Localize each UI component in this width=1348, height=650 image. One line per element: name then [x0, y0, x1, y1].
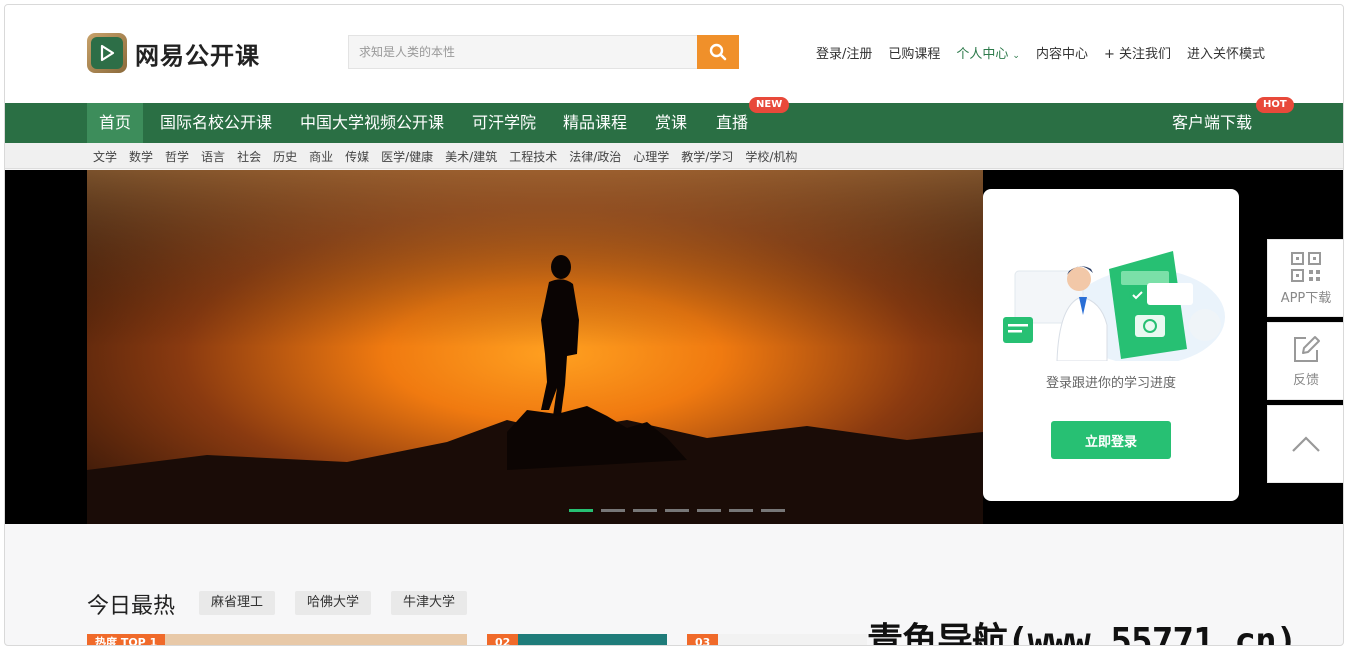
category-link[interactable]: 数学 [129, 148, 153, 165]
nav-shangke[interactable]: 赏课 [643, 103, 699, 143]
carousel-dot[interactable] [761, 509, 785, 512]
category-link[interactable]: 美术/建筑 [445, 148, 497, 165]
logo-text: 网易公开课 [135, 41, 260, 70]
tag-oxford[interactable]: 牛津大学 [391, 591, 468, 615]
app-download-button[interactable]: APP下载 [1267, 239, 1343, 317]
qr-code-icon [1291, 251, 1321, 282]
category-link[interactable]: 哲学 [165, 148, 189, 165]
chevron-up-icon [1292, 436, 1320, 452]
search-button[interactable] [697, 35, 739, 69]
category-nav: 文学 数学 哲学 语言 社会 历史 商业 传媒 医学/健康 美术/建筑 工程技术… [5, 143, 1343, 169]
carousel-dot[interactable] [633, 509, 657, 512]
search-icon [709, 43, 727, 61]
today-hot-title: 今日最热 [87, 594, 176, 619]
course-card[interactable]: 热度 TOP 1 [87, 634, 467, 645]
edit-icon [1294, 335, 1320, 362]
banner-carousel: 登录跟进你的学习进度 立即登录 [5, 170, 1343, 524]
nav-khan-academy[interactable]: 可汗学院 [460, 103, 548, 143]
nav-intl-schools[interactable]: 国际名校公开课 [148, 103, 284, 143]
course-card[interactable]: 03 [687, 634, 867, 645]
rank-badge: 02 [487, 634, 519, 645]
carousel-dot[interactable] [601, 509, 625, 512]
header: 网易公开课 登录/注册 已购课程 个人中心⌄ 内容中心 + 关注我们 进入关怀模… [5, 5, 1343, 103]
search-bar [348, 35, 739, 69]
purchased-courses-link[interactable]: 已购课程 [888, 43, 940, 62]
carousel-dot[interactable] [569, 509, 593, 512]
care-mode-link[interactable]: 进入关怀模式 [1187, 43, 1265, 62]
category-link[interactable]: 工程技术 [509, 148, 557, 165]
feedback-button[interactable]: 反馈 [1267, 322, 1343, 400]
tag-mit[interactable]: 麻省理工 [199, 591, 276, 615]
follow-us-link[interactable]: + 关注我们 [1104, 43, 1171, 62]
category-link[interactable]: 法律/政治 [569, 148, 621, 165]
rank-badge: 热度 TOP 1 [87, 634, 166, 645]
page-frame: 网易公开课 登录/注册 已购课程 个人中心⌄ 内容中心 + 关注我们 进入关怀模… [4, 4, 1344, 646]
hot-badge: HOT [1256, 97, 1294, 113]
watermark-text: 青鱼导航(www.55771.cn) [867, 621, 1297, 646]
back-to-top-button[interactable] [1267, 405, 1343, 483]
login-button[interactable]: 立即登录 [1051, 421, 1171, 459]
new-badge: NEW [749, 97, 790, 113]
top-links: 登录/注册 已购课程 个人中心 ⌄ 内容中心 + 关注我们 进入关怀模式 [800, 43, 1265, 62]
nav-home[interactable]: 首页 [87, 103, 144, 143]
feedback-label: 反馈 [1292, 372, 1319, 388]
nav-client-download[interactable]: 客户端下载 [1160, 103, 1264, 143]
banner-image[interactable] [87, 170, 983, 524]
category-link[interactable]: 医学/健康 [381, 148, 433, 165]
carousel-dots [569, 509, 793, 512]
category-link[interactable]: 学校/机构 [745, 148, 797, 165]
logo-icon [87, 33, 127, 73]
search-input[interactable] [348, 35, 697, 69]
app-download-label: APP下载 [1280, 290, 1332, 306]
learning-illustration [1003, 251, 1225, 361]
personal-center-link[interactable]: 个人中心 ⌄ [956, 43, 1020, 62]
login-card: 登录跟进你的学习进度 立即登录 [983, 189, 1239, 501]
tag-harvard[interactable]: 哈佛大学 [295, 591, 372, 615]
category-link[interactable]: 文学 [93, 148, 117, 165]
category-link[interactable]: 教学/学习 [681, 148, 733, 165]
carousel-dot[interactable] [665, 509, 689, 512]
category-link[interactable]: 语言 [201, 148, 225, 165]
login-register-link[interactable]: 登录/注册 [816, 43, 872, 62]
nav-china-universities[interactable]: 中国大学视频公开课 [288, 103, 456, 143]
category-link[interactable]: 历史 [273, 148, 297, 165]
carousel-dot[interactable] [729, 509, 753, 512]
logo[interactable]: 网易公开课 [87, 33, 260, 73]
carousel-dot[interactable] [697, 509, 721, 512]
category-link[interactable]: 心理学 [633, 148, 669, 165]
main-nav: 首页 国际名校公开课 中国大学视频公开课 可汗学院 精品课程 赏课 直播 NEW… [5, 97, 1343, 143]
category-link[interactable]: 传媒 [345, 148, 369, 165]
course-card[interactable]: 02 [487, 634, 667, 645]
nav-premium-courses[interactable]: 精品课程 [551, 103, 639, 143]
content-center-link[interactable]: 内容中心 [1036, 43, 1088, 62]
chevron-down-icon: ⌄ [1012, 51, 1020, 61]
category-link[interactable]: 社会 [237, 148, 261, 165]
login-prompt: 登录跟进你的学习进度 [1045, 376, 1176, 391]
rank-badge: 03 [687, 634, 719, 645]
category-link[interactable]: 商业 [309, 148, 333, 165]
